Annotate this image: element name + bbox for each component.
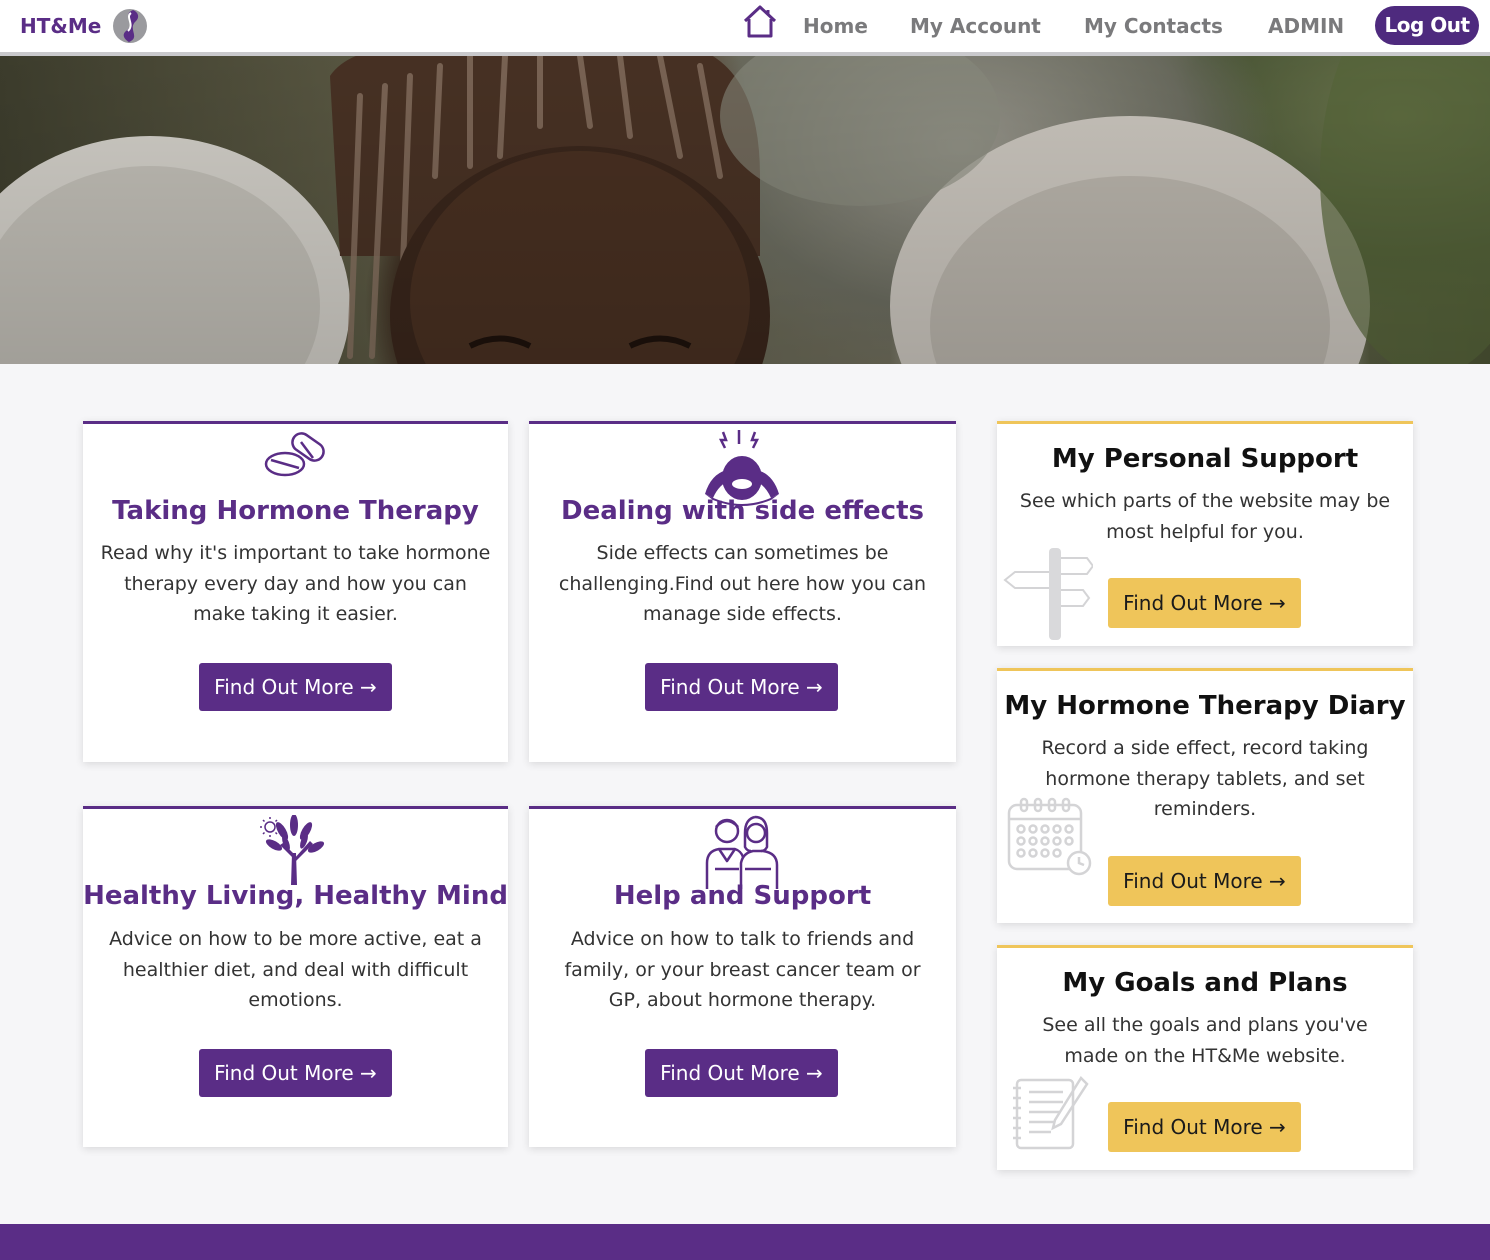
card-description: Record a side effect, record taking horm… — [1041, 737, 1369, 820]
find-out-more-button[interactable]: Find Out More → — [645, 663, 838, 711]
find-out-more-button[interactable]: Find Out More → — [1108, 856, 1301, 906]
card-description: Side effects can sometimes be challengin… — [558, 542, 927, 625]
card-my-hormone-therapy-diary: My Hormone Therapy Diary Record a side e… — [997, 668, 1413, 923]
find-out-more-button[interactable]: Find Out More → — [1108, 1102, 1301, 1152]
card-title: My Personal Support — [1051, 444, 1359, 474]
card-title: My Goals and Plans — [1062, 968, 1348, 998]
pills-icon — [264, 432, 325, 477]
footer — [0, 1224, 1490, 1260]
find-out-more-button[interactable]: Find Out More → — [199, 663, 392, 711]
nav-link-my-account[interactable]: My Account — [910, 14, 1041, 38]
card-dealing-with-side-effects: Dealing with side effects Side effects c… — [529, 421, 956, 762]
card-description: See all the goals and plans you've made … — [1042, 1014, 1368, 1067]
card-description: Read why it's important to take hormone … — [100, 542, 491, 625]
hero-image — [0, 56, 1490, 364]
card-title: Help and Support — [613, 881, 872, 911]
card-description: Advice on how to be more active, eat a h… — [109, 928, 482, 1011]
card-title: My Hormone Therapy Diary — [1004, 691, 1406, 721]
people-support-icon — [705, 815, 779, 889]
card-description: See which parts of the website may be mo… — [1019, 490, 1391, 543]
nav-link-home[interactable]: Home — [803, 14, 868, 38]
nav-link-my-contacts[interactable]: My Contacts — [1084, 14, 1223, 38]
home-icon[interactable] — [741, 4, 779, 40]
find-out-more-button[interactable]: Find Out More → — [1108, 578, 1301, 628]
card-help-and-support: Help and Support Advice on how to talk t… — [529, 806, 956, 1147]
card-my-goals-and-plans: My Goals and Plans See all the goals and… — [997, 945, 1413, 1170]
card-healthy-living: Healthy Living, Healthy Mind Advice on h… — [83, 806, 508, 1147]
ht-me-logo-icon[interactable] — [111, 7, 149, 45]
hero-overlay — [0, 56, 1490, 364]
card-description: Advice on how to talk to friends and fam… — [564, 928, 921, 1011]
card-title: Taking Hormone Therapy — [112, 496, 479, 526]
nav-link-admin[interactable]: ADMIN — [1268, 14, 1344, 38]
top-navbar: HT&Me Home My Account My Contacts ADMIN … — [0, 0, 1490, 56]
brand-name[interactable]: HT&Me — [20, 14, 101, 38]
find-out-more-button[interactable]: Find Out More → — [199, 1049, 392, 1097]
tree-icon — [260, 815, 325, 885]
card-taking-hormone-therapy: Taking Hormone Therapy Read why it's imp… — [83, 421, 508, 762]
notepad-icon — [1013, 1076, 1089, 1150]
signpost-icon — [1003, 548, 1093, 640]
card-title: Healthy Living, Healthy Mind — [83, 881, 508, 911]
card-my-personal-support: My Personal Support See which parts of t… — [997, 421, 1413, 646]
find-out-more-button[interactable]: Find Out More → — [645, 1049, 838, 1097]
logout-button[interactable]: Log Out — [1375, 6, 1479, 45]
card-title: Dealing with side effects — [560, 496, 924, 526]
